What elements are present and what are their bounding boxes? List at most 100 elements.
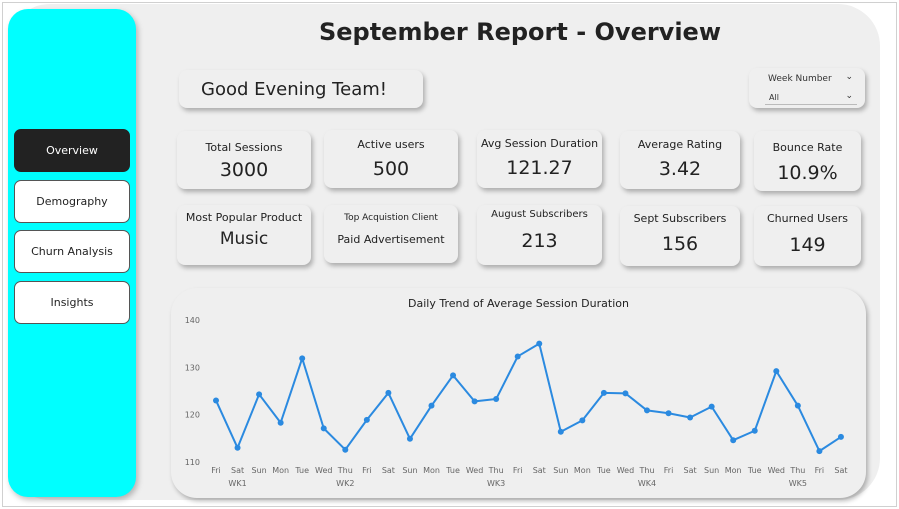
x-tick-label: Sat bbox=[382, 466, 395, 475]
kpi-august-subscribers: August Subscribers 213 bbox=[477, 205, 602, 265]
data-point bbox=[320, 425, 327, 432]
data-point bbox=[406, 435, 413, 442]
chevron-down-icon[interactable]: ⌄ bbox=[845, 91, 853, 101]
week-label: WK4 bbox=[638, 479, 656, 488]
week-number-slicer[interactable]: Week Number ⌄ All ⌄ bbox=[749, 68, 865, 108]
nav-overview-button[interactable]: Overview bbox=[14, 129, 130, 172]
x-tick-label: Mon bbox=[272, 466, 289, 475]
data-point bbox=[837, 433, 844, 440]
data-point bbox=[579, 417, 586, 424]
data-point bbox=[687, 414, 694, 421]
nav-demography-button[interactable]: Demography bbox=[14, 180, 130, 223]
y-tick-label: 130 bbox=[185, 363, 200, 372]
x-tick-label: Fri bbox=[664, 466, 674, 475]
x-tick-label: Fri bbox=[815, 466, 825, 475]
data-point bbox=[557, 428, 564, 435]
x-tick-label: Sun bbox=[704, 466, 719, 475]
data-point bbox=[450, 372, 457, 379]
kpi-bounce-rate: Bounce Rate 10.9% bbox=[754, 131, 861, 191]
nav-churn-analysis-button[interactable]: Churn Analysis bbox=[14, 230, 130, 273]
x-tick-label: Fri bbox=[513, 466, 523, 475]
data-point bbox=[514, 353, 521, 360]
daily-trend-line-chart: 110 120 130 140 Fri Sat Sun Mon Tue Wed Thu Fri Sat S… bbox=[185, 316, 848, 488]
kpi-value: 156 bbox=[661, 233, 699, 255]
week-number-select[interactable]: All ⌄ bbox=[765, 91, 857, 105]
x-tick-label: Thu bbox=[337, 466, 353, 475]
kpi-label: August Subscribers bbox=[491, 209, 588, 220]
data-point bbox=[536, 340, 543, 347]
greeting-card: Good Evening Team! bbox=[179, 70, 423, 108]
daily-trend-chart-card: Daily Trend of Average Session Duration … bbox=[171, 288, 866, 498]
kpi-total-sessions: Total Sessions 3000 bbox=[177, 131, 311, 189]
chevron-down-icon[interactable]: ⌄ bbox=[845, 72, 853, 82]
slicer-label: Week Number bbox=[768, 74, 832, 84]
data-point bbox=[773, 368, 780, 375]
data-point bbox=[428, 402, 435, 409]
kpi-value: 500 bbox=[372, 158, 410, 180]
week-label: WK2 bbox=[336, 479, 354, 488]
x-tick-label: Thu bbox=[638, 466, 654, 475]
x-tick-label: Mon bbox=[725, 466, 742, 475]
x-tick-label: Sat bbox=[533, 466, 546, 475]
kpi-label: Top Acquistion Client bbox=[344, 213, 438, 223]
page-title: September Report - Overview bbox=[318, 18, 722, 46]
data-point bbox=[665, 410, 672, 417]
kpi-sept-subscribers: Sept Subscribers 156 bbox=[620, 206, 740, 266]
x-tick-label: Mon bbox=[423, 466, 440, 475]
greeting-text: Good Evening Team! bbox=[201, 79, 387, 100]
kpi-label: Sept Subscribers bbox=[633, 212, 727, 225]
x-tick-label: Tue bbox=[596, 466, 611, 475]
x-tick-label: Wed bbox=[617, 466, 634, 475]
kpi-value: 3.42 bbox=[658, 158, 702, 180]
x-tick-label: Fri bbox=[211, 466, 221, 475]
kpi-most-popular-product: Most Popular Product Music bbox=[177, 205, 311, 265]
y-tick-label: 110 bbox=[185, 458, 200, 467]
week-label: WK1 bbox=[228, 479, 246, 488]
x-tick-label: Wed bbox=[768, 466, 785, 475]
data-point bbox=[493, 396, 500, 403]
kpi-label: Churned Users bbox=[767, 212, 848, 225]
data-point bbox=[342, 446, 349, 453]
kpi-label: Bounce Rate bbox=[772, 141, 843, 154]
kpi-churned-users: Churned Users 149 bbox=[754, 206, 861, 266]
x-tick-label: Tue bbox=[294, 466, 309, 475]
kpi-top-acquisition-client: Top Acquistion Client Paid Advertisement bbox=[324, 205, 458, 263]
x-tick-label: Wed bbox=[466, 466, 483, 475]
kpi-value: 149 bbox=[789, 234, 826, 256]
kpi-value: Music bbox=[219, 229, 269, 249]
kpi-value: 121.27 bbox=[506, 157, 573, 179]
data-point bbox=[256, 391, 263, 398]
week-label: WK3 bbox=[487, 479, 505, 488]
kpi-label: Average Rating bbox=[637, 138, 723, 151]
x-tick-label: Sun bbox=[553, 466, 568, 475]
data-point bbox=[708, 403, 715, 410]
x-tick-label: Sat bbox=[231, 466, 244, 475]
x-tick-label: Sat bbox=[684, 466, 697, 475]
kpi-label: Most Popular Product bbox=[185, 211, 303, 224]
data-point bbox=[622, 390, 629, 397]
kpi-average-rating: Average Rating 3.42 bbox=[620, 131, 740, 189]
data-point bbox=[600, 389, 607, 396]
data-point bbox=[730, 437, 737, 444]
kpi-value: 213 bbox=[521, 230, 558, 252]
kpi-value: Paid Advertisement bbox=[337, 233, 445, 246]
x-tick-label: Thu bbox=[789, 466, 805, 475]
data-point bbox=[794, 402, 801, 409]
kpi-avg-session-duration: Avg Session Duration 121.27 bbox=[477, 130, 602, 188]
week-label: WK5 bbox=[789, 479, 807, 488]
sidebar: Overview Demography Churn Analysis Insig… bbox=[8, 9, 136, 497]
kpi-label: Avg Session Duration bbox=[480, 137, 599, 150]
data-point bbox=[299, 355, 306, 362]
x-tick-label: Mon bbox=[574, 466, 591, 475]
x-tick-label: Fri bbox=[362, 466, 372, 475]
x-tick-label: Tue bbox=[747, 466, 762, 475]
nav-insights-button[interactable]: Insights bbox=[14, 281, 130, 324]
kpi-active-users: Active users 500 bbox=[324, 130, 458, 188]
slicer-selected-value: All bbox=[769, 93, 779, 102]
x-tick-label: Sun bbox=[402, 466, 417, 475]
data-point bbox=[234, 444, 241, 451]
data-point bbox=[816, 448, 823, 455]
data-point bbox=[471, 398, 478, 405]
x-tick-label: Thu bbox=[488, 466, 504, 475]
x-tick-label: Wed bbox=[315, 466, 332, 475]
